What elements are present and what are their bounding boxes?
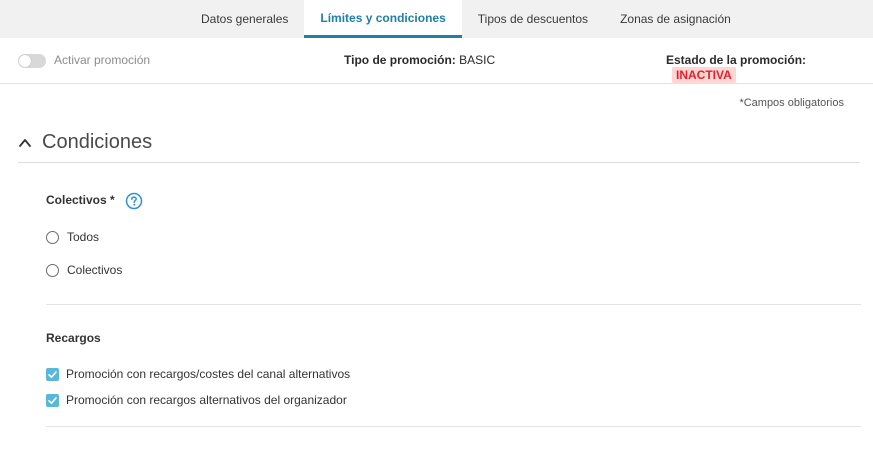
promotion-state-label: Estado de la promoción: xyxy=(666,53,807,67)
help-icon[interactable] xyxy=(125,192,143,210)
checkbox[interactable] xyxy=(46,393,59,407)
radio-circle[interactable] xyxy=(46,230,59,244)
status-badge: INACTIVA xyxy=(672,67,736,83)
radio-label: Colectivos xyxy=(67,263,123,277)
check-icon xyxy=(48,396,57,404)
required-fields-note: *Campos obligatorios xyxy=(739,97,844,109)
tabs: Datos generales Límites y condiciones Ti… xyxy=(185,0,747,38)
promotion-type-label: Tipo de promoción: xyxy=(344,53,456,67)
tabs-bar: Datos generales Límites y condiciones Ti… xyxy=(0,0,873,38)
promotion-editor: Datos generales Límites y condiciones Ti… xyxy=(0,0,873,450)
promotion-type-value: BASIC xyxy=(459,53,496,67)
promotion-type: Tipo de promoción: BASIC xyxy=(344,53,495,67)
tab-datos-generales[interactable]: Datos generales xyxy=(185,0,304,38)
tab-limites-y-condiciones[interactable]: Límites y condiciones xyxy=(304,0,462,38)
colectivos-label: Colectivos * xyxy=(46,193,115,207)
checkbox-organizador-alternativos[interactable]: Promoción con recargos alternativos del … xyxy=(46,393,347,407)
checkbox-label: Promoción con recargos alternativos del … xyxy=(66,393,347,407)
section-title: Condiciones xyxy=(42,131,153,153)
tab-zonas-de-asignacion[interactable]: Zonas de asignación xyxy=(604,0,747,38)
divider xyxy=(46,304,861,305)
divider xyxy=(46,426,861,427)
tab-tipos-de-descuentos[interactable]: Tipos de descuentos xyxy=(462,0,604,38)
radio-label: Todos xyxy=(67,230,100,244)
radio-todos[interactable]: Todos xyxy=(46,230,99,244)
radio-circle[interactable] xyxy=(46,263,59,277)
checkbox[interactable] xyxy=(46,367,59,381)
status-row: Activar promoción Tipo de promoción: BAS… xyxy=(0,45,873,83)
divider xyxy=(0,83,873,84)
radio-colectivos[interactable]: Colectivos xyxy=(46,263,122,277)
chevron-up-icon xyxy=(19,138,31,147)
conditions-section-header[interactable]: Condiciones xyxy=(18,131,152,154)
activate-promotion-label: Activar promoción xyxy=(54,53,151,67)
checkbox-label: Promoción con recargos/costes del canal … xyxy=(66,367,351,381)
promotion-state: Estado de la promoción:INACTIVA xyxy=(666,53,873,83)
check-icon xyxy=(48,370,57,378)
activate-promotion-toggle[interactable] xyxy=(18,54,46,68)
toggle-knob xyxy=(19,55,31,67)
section-divider xyxy=(18,162,860,163)
recargos-label: Recargos xyxy=(46,331,101,345)
checkbox-canal-alternativos[interactable]: Promoción con recargos/costes del canal … xyxy=(46,367,350,381)
